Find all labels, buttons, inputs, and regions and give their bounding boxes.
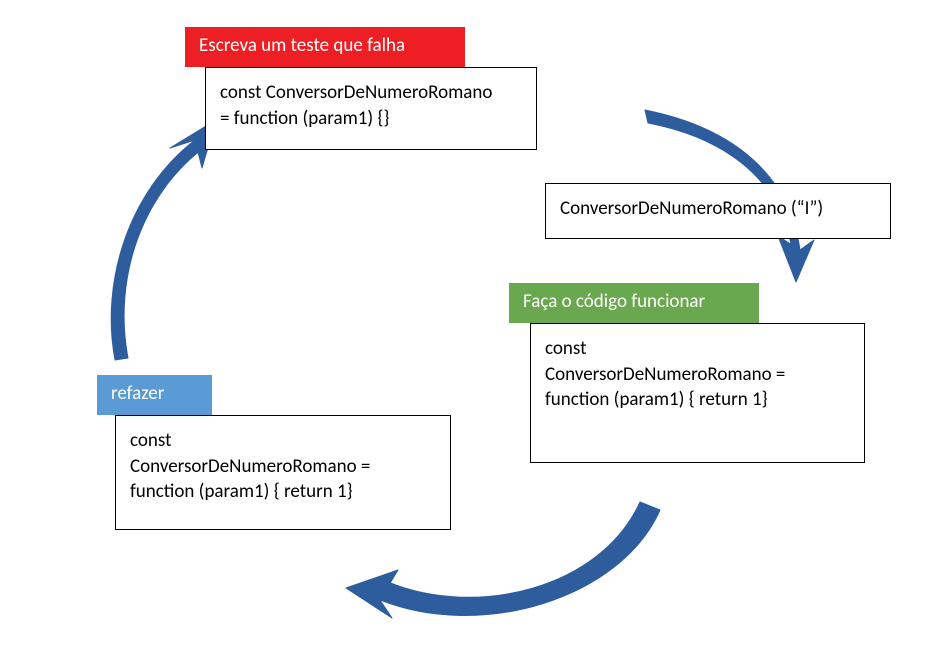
step-green-label-text: Faça o código funcionar: [523, 290, 705, 313]
tdd-cycle-diagram: Escreva um teste que falha const Convers…: [0, 0, 949, 670]
code-line: const: [130, 428, 436, 454]
step-red-label: Escreva um teste que falha: [185, 27, 465, 67]
code-line: function (param1) { return 1}: [545, 387, 850, 413]
step-refactor-label-text: refazer: [111, 382, 164, 405]
call-box: ConversorDeNumeroRomano (“I”): [545, 183, 891, 239]
code-line: const ConversorDeNumeroRomano: [220, 80, 522, 106]
code-line: const: [545, 336, 850, 362]
step-green-label: Faça o código funcionar: [509, 283, 759, 323]
code-line: ConversorDeNumeroRomano =: [130, 454, 436, 480]
step-green-code: const ConversorDeNumeroRomano = function…: [530, 323, 865, 463]
step-refactor-label: refazer: [97, 375, 212, 415]
code-line: ConversorDeNumeroRomano (“I”): [560, 196, 876, 222]
arrow-left: [111, 120, 216, 360]
step-refactor-code: const ConversorDeNumeroRomano = function…: [115, 415, 451, 530]
step-red-code: const ConversorDeNumeroRomano = function…: [205, 67, 537, 150]
code-line: = function (param1) {}: [220, 106, 522, 132]
code-line: ConversorDeNumeroRomano =: [545, 362, 850, 388]
step-red-label-text: Escreva um teste que falha: [199, 34, 405, 57]
code-line: function (param1) { return 1}: [130, 479, 436, 505]
